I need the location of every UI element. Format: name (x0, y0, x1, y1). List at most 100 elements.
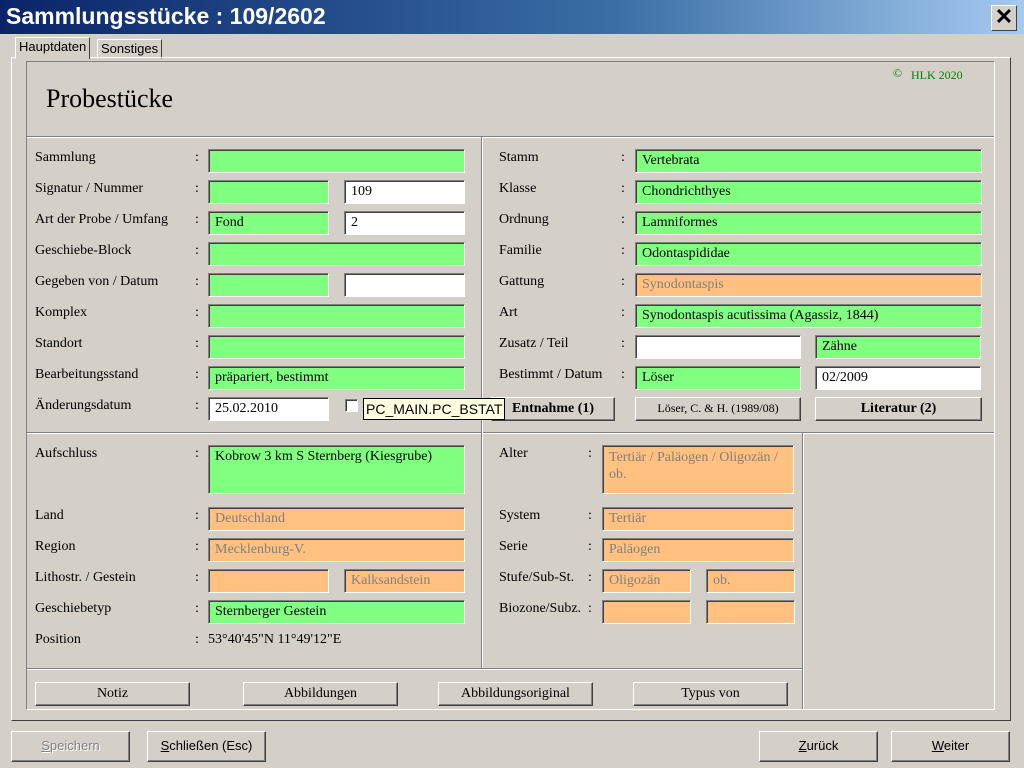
divider-middle (27, 432, 994, 434)
bestimmt-datum-field[interactable]: 02/2009 (815, 366, 981, 390)
position-value: 53°40'45"N 11°49'12"E (208, 632, 342, 647)
label-lithostr: Lithostr. / Gestein (35, 570, 136, 585)
weiter-mnemonic: W (931, 738, 944, 753)
label-zusatz: Zusatz / Teil (499, 336, 569, 351)
label-sammlung: Sammlung (35, 150, 96, 165)
colon: : (195, 446, 199, 461)
colon: : (588, 539, 592, 554)
sub-stufe-field[interactable]: ob. (706, 569, 795, 593)
colon: : (621, 212, 625, 227)
divider-bottom (27, 668, 803, 670)
biozone-field[interactable] (602, 600, 691, 624)
signatur-field[interactable] (208, 180, 329, 204)
teil-field[interactable]: Zähne (815, 335, 981, 359)
colon: : (195, 539, 199, 554)
label-komplex: Komplex (35, 305, 88, 320)
sammlung-field[interactable] (208, 149, 465, 173)
notiz-button[interactable]: Notiz (35, 682, 190, 706)
klasse-field[interactable]: Chondrichthyes (635, 180, 982, 204)
label-bestimmt: Bestimmt / Datum (499, 367, 603, 382)
land-field[interactable]: Deutschland (208, 507, 465, 531)
entnahme-button[interactable]: Entnahme (1) (491, 397, 615, 421)
zurueck-label: urück (806, 738, 839, 753)
system-field[interactable]: Tertiär (602, 507, 794, 531)
serie-field[interactable]: Paläogen (602, 538, 794, 562)
divider-right (802, 433, 804, 709)
speichern-button[interactable]: Speichern (11, 731, 130, 762)
gestein-field[interactable]: Kalksandstein (344, 569, 465, 593)
colon: : (621, 367, 625, 382)
close-icon[interactable]: ✕ (991, 5, 1017, 31)
subzone-field[interactable] (706, 600, 795, 624)
geschiebe-block-field[interactable] (208, 242, 465, 266)
label-art-probe: Art der Probe / Umfang (35, 212, 168, 227)
aufschluss-field[interactable]: Kobrow 3 km S Sternberg (Kiesgrube) (208, 445, 465, 494)
literatur-button[interactable]: Literatur (2) (815, 397, 982, 421)
colon: : (588, 570, 592, 585)
zusatz-field[interactable] (635, 335, 801, 359)
label-stufe: Stufe/Sub-St. (499, 570, 575, 585)
colon: : (621, 243, 625, 258)
bearbeitungsstand-field[interactable]: präpariert, bestimmt (208, 366, 465, 390)
label-art: Art (499, 305, 518, 320)
abbildungsoriginal-button[interactable]: Abbildungsoriginal (438, 682, 593, 706)
colon: : (195, 243, 199, 258)
gegeben-von-field[interactable] (208, 273, 329, 297)
label-aenderungsdatum: Änderungsdatum (35, 398, 132, 413)
label-system: System (499, 508, 541, 523)
weiter-button[interactable]: Weiter (891, 731, 1010, 762)
ordnung-field[interactable]: Lamniformes (635, 211, 982, 235)
abbildungen-button[interactable]: Abbildungen (243, 682, 398, 706)
label-region: Region (35, 539, 76, 554)
stufe-field[interactable]: Oligozän (602, 569, 691, 593)
nummer-field[interactable]: 109 (344, 180, 465, 204)
title-bar: Sammlungsstücke : 109/2602 ✕ (0, 0, 1024, 34)
typus-von-button[interactable]: Typus von (633, 682, 788, 706)
alter-field[interactable]: Tertiär / Paläogen / Oligozän / ob. (602, 445, 794, 494)
zurueck-mnemonic: Z (798, 738, 807, 753)
colon: : (195, 336, 199, 351)
umfang-field[interactable]: 2 (344, 211, 465, 235)
label-signatur: Signatur / Nummer (35, 181, 144, 196)
colon: : (621, 274, 625, 289)
window-title: Sammlungsstücke : 109/2602 (6, 3, 326, 29)
art-field[interactable]: Synodontaspis acutissima (Agassiz, 1844) (635, 304, 982, 328)
status-checkbox[interactable] (345, 399, 358, 412)
colon: : (588, 508, 592, 523)
gegeben-datum-field[interactable] (344, 273, 465, 297)
colon: : (195, 181, 199, 196)
colon: : (621, 150, 625, 165)
colon: : (588, 601, 592, 616)
quelle-button[interactable]: Löser, C. & H. (1989/08) (635, 397, 801, 421)
region-field[interactable]: Mecklenburg-V. (208, 538, 465, 562)
label-geschiebe-block: Geschiebe-Block (35, 243, 132, 258)
label-position: Position (35, 632, 81, 647)
label-land: Land (35, 508, 64, 523)
label-biozone: Biozone/Subz. (499, 601, 582, 616)
label-alter: Alter (499, 446, 528, 461)
tab-sonstiges[interactable]: Sonstiges (97, 39, 163, 59)
copyright-text: HLK 2020 (911, 68, 963, 82)
label-geschiebetyp: Geschiebetyp (35, 601, 112, 616)
colon: : (195, 632, 199, 647)
page-title: Probestücke (46, 84, 174, 113)
label-klasse: Klasse (499, 181, 537, 196)
gattung-field[interactable]: Synodontaspis (635, 273, 982, 297)
colon: : (195, 150, 199, 165)
standort-field[interactable] (208, 335, 465, 359)
field-tooltip: PC_MAIN.PC_BSTAT (363, 398, 506, 420)
label-bearbeitungsstand: Bearbeitungsstand (35, 367, 139, 382)
label-standort: Standort (35, 336, 83, 351)
stamm-field[interactable]: Vertebrata (635, 149, 982, 173)
tab-hauptdaten[interactable]: Hauptdaten (15, 37, 91, 59)
aenderungsdatum-field[interactable]: 25.02.2010 (208, 397, 329, 421)
art-probe-field[interactable]: Fond (208, 211, 329, 235)
familie-field[interactable]: Odontaspididae (635, 242, 982, 266)
komplex-field[interactable] (208, 304, 465, 328)
colon: : (195, 601, 199, 616)
geschiebetyp-field[interactable]: Sternberger Gestein (208, 600, 465, 624)
schliessen-button[interactable]: Schließen (Esc) (147, 731, 266, 762)
lithostr-field[interactable] (208, 569, 329, 593)
zurueck-button[interactable]: Zurück (759, 731, 878, 762)
bestimmt-field[interactable]: Löser (635, 366, 801, 390)
